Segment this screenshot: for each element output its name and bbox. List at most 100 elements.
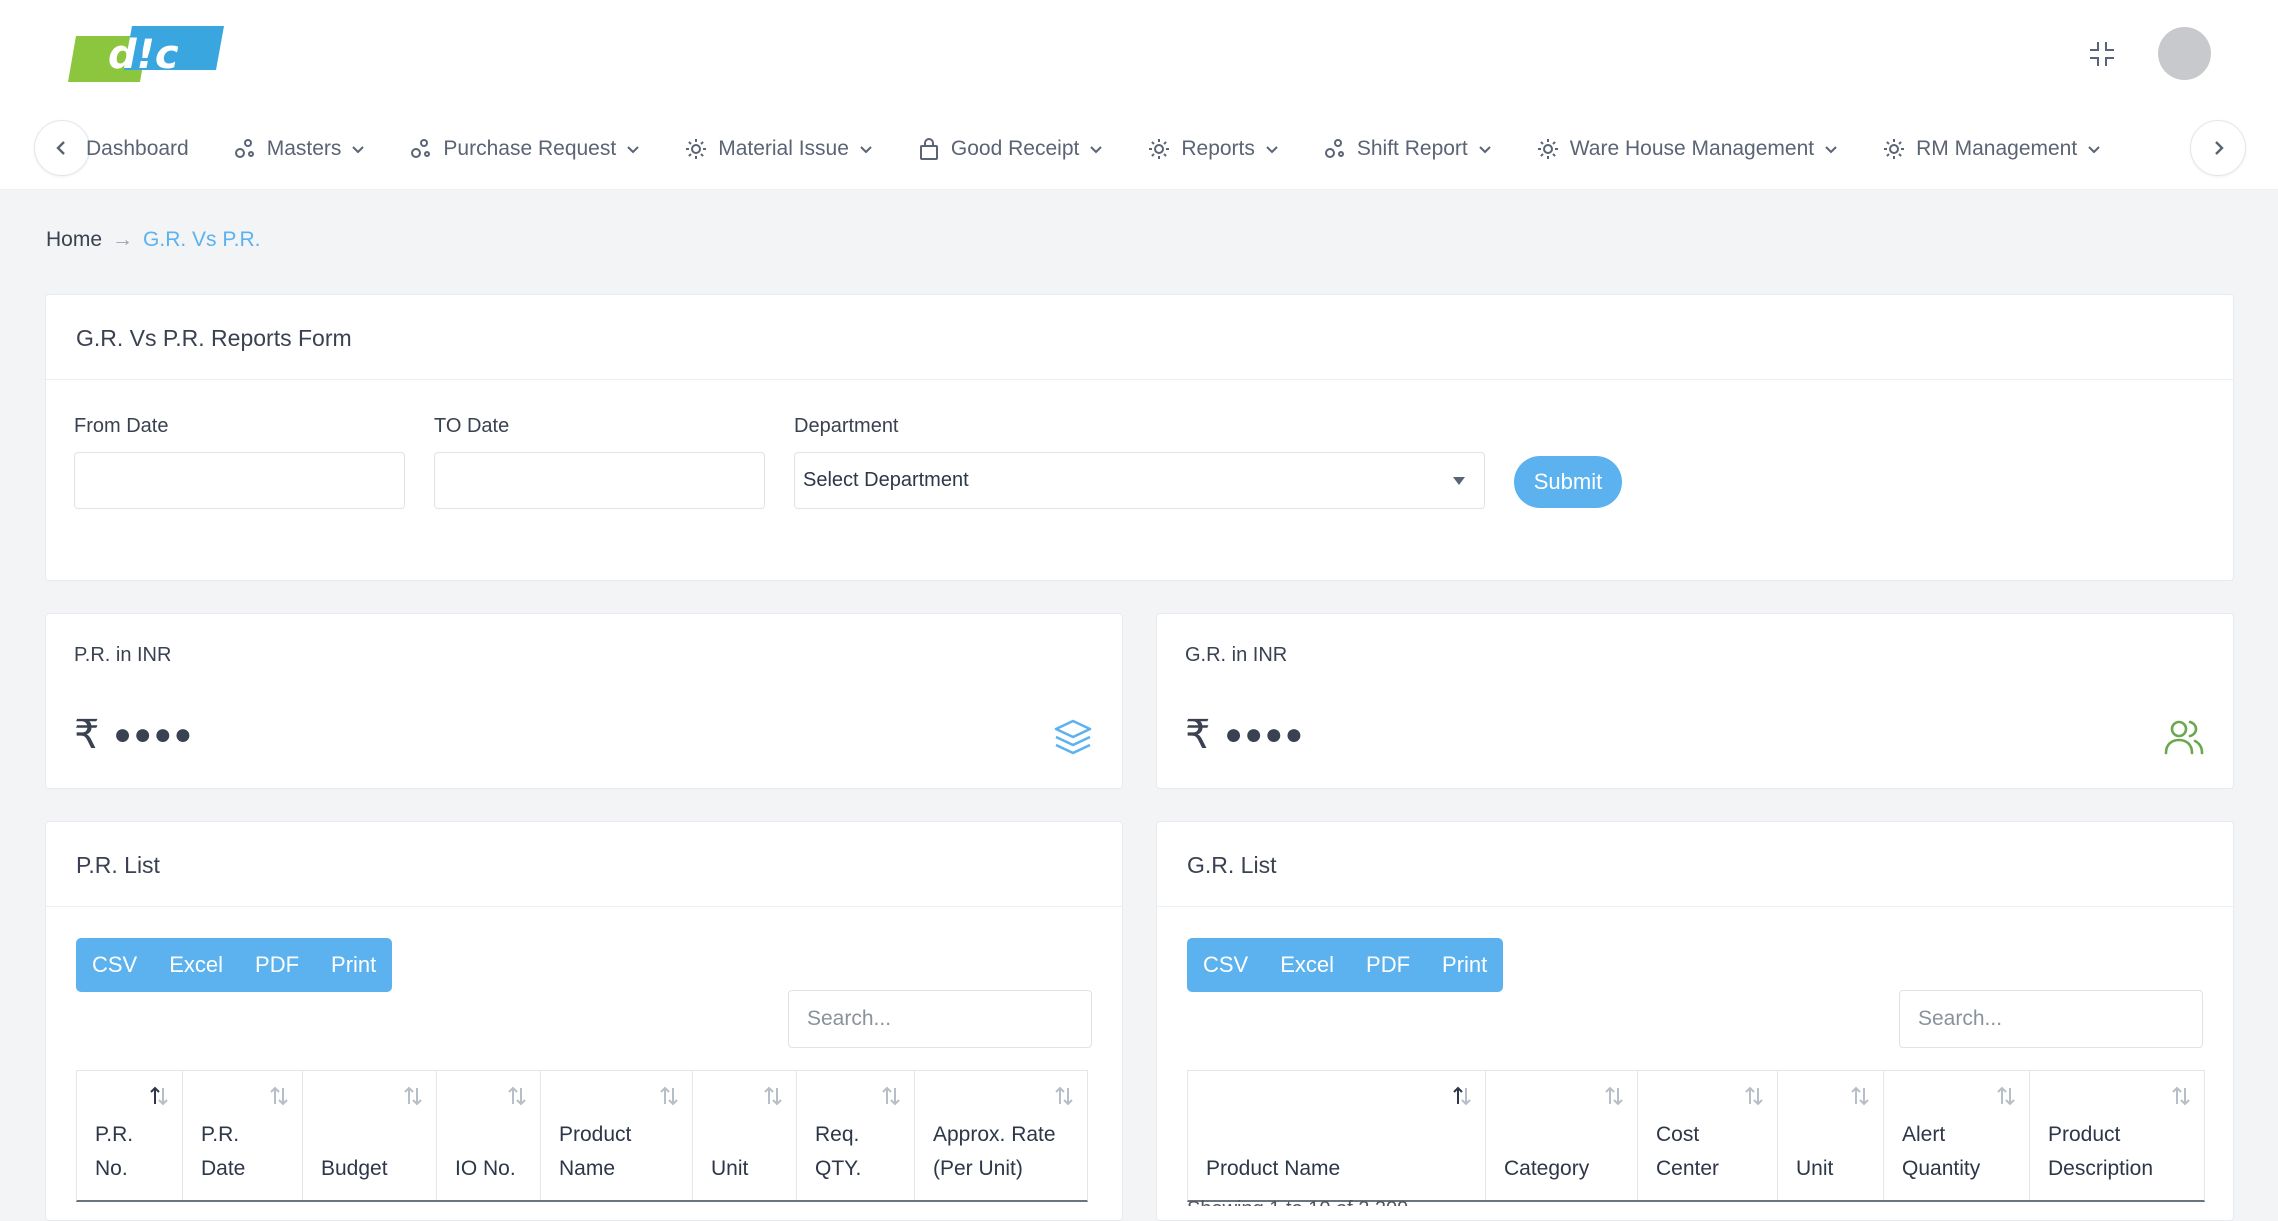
pdf-button[interactable]: PDF (239, 938, 315, 992)
chevron-left-icon (56, 141, 65, 155)
pr-list-title: P.R. List (76, 852, 160, 878)
chevron-down-icon (1089, 142, 1103, 156)
pr-export-buttons: CSV Excel PDF Print (76, 938, 393, 992)
column-header[interactable]: Product Description (2030, 1071, 2204, 1200)
column-header-label: Budget (321, 1157, 388, 1180)
chevron-down-icon (1265, 142, 1279, 156)
main-nav: Dashboard Masters Purchase Request Material… (0, 108, 2278, 190)
from-date-label: From Date (74, 415, 169, 437)
column-header-label: IO No. (455, 1157, 516, 1180)
nav-item-good-receipt[interactable]: Good Receipt (917, 137, 1103, 161)
column-header[interactable]: Budget (303, 1071, 437, 1200)
department-label: Department (794, 415, 899, 437)
company-logo[interactable]: d!c (68, 24, 224, 82)
sort-icon (270, 1086, 288, 1106)
users-icon (2163, 716, 2205, 758)
column-header-label: Cost Center (1656, 1123, 1720, 1180)
breadcrumb-current: G.R. Vs P.R. (143, 228, 261, 251)
nav-item-shift-report[interactable]: Shift Report (1323, 137, 1492, 161)
gear-icon (1147, 137, 1171, 161)
circles-icon (1323, 137, 1347, 161)
nav-scroll-right-button[interactable] (2190, 120, 2246, 176)
chevron-right-icon (2215, 141, 2224, 155)
department-field: Department Select Department (794, 415, 1485, 509)
nav-item-dashboard[interactable]: Dashboard (86, 137, 189, 161)
nav-item-rm-management[interactable]: RM Management (1882, 137, 2101, 161)
column-header-label: Unit (711, 1157, 749, 1180)
gr-table-header: Product Name Category Cost Center Unit A… (1187, 1070, 2205, 1202)
from-date-field: From Date (74, 415, 405, 509)
print-button[interactable]: Print (1426, 938, 1503, 992)
column-header[interactable]: P.R. Date (183, 1071, 303, 1200)
column-header[interactable]: IO No. (437, 1071, 541, 1200)
nav-item-label: Ware House Management (1569, 137, 1815, 160)
column-header[interactable]: Cost Center (1638, 1071, 1778, 1200)
pr-total-amount: ●●●● (113, 718, 194, 751)
nav-item-ware-house-management[interactable]: Ware House Management (1536, 137, 1838, 161)
gr-list-title: G.R. List (1187, 852, 1277, 878)
chevron-down-icon (1478, 142, 1492, 156)
sort-icon (882, 1086, 900, 1106)
excel-button[interactable]: Excel (153, 938, 239, 992)
column-header[interactable]: Product Name (1188, 1071, 1486, 1200)
nav-item-reports[interactable]: Reports (1147, 137, 1279, 161)
layers-icon (1052, 716, 1094, 758)
excel-button[interactable]: Excel (1264, 938, 1350, 992)
sort-icon (508, 1086, 526, 1106)
gr-search-input[interactable]: Search... (1899, 990, 2203, 1048)
nav-item-label: Shift Report (1356, 137, 1468, 160)
breadcrumb: Home → G.R. Vs P.R. (46, 228, 261, 252)
to-date-input[interactable] (434, 452, 765, 509)
avatar[interactable] (2158, 27, 2211, 80)
chevron-down-icon (626, 142, 640, 156)
chevron-down-icon (351, 142, 365, 156)
submit-button[interactable]: Submit (1514, 456, 1622, 508)
sort-icon (764, 1086, 782, 1106)
column-header-label: Unit (1796, 1157, 1834, 1180)
column-header-label: Alert Quantity (1902, 1123, 1981, 1180)
nav-item-masters[interactable]: Masters (233, 137, 366, 161)
column-header-label: Product Name (559, 1123, 632, 1180)
breadcrumb-separator: → (112, 228, 134, 251)
pr-table-header: P.R. No. P.R. Date Budget IO No. Product… (76, 1070, 1088, 1202)
circles-icon (233, 137, 257, 161)
logo-text: d!c (108, 32, 179, 78)
sort-icon (1997, 1086, 2015, 1106)
pr-search-input[interactable]: Search... (788, 990, 1092, 1048)
gr-export-buttons: CSV Excel PDF Print (1187, 938, 1504, 992)
nav-item-label: Good Receipt (950, 137, 1080, 160)
column-header[interactable]: P.R. No. (77, 1071, 183, 1200)
pr-total-value: ₹ ●●●● (74, 712, 194, 758)
gr-total-card: G.R. in INR ₹ ●●●● (1156, 613, 2234, 789)
sort-icon (660, 1086, 678, 1106)
from-date-input[interactable] (74, 452, 405, 509)
column-header[interactable]: Approx. Rate (Per Unit) (915, 1071, 1087, 1200)
print-button[interactable]: Print (315, 938, 392, 992)
lock-icon (917, 137, 941, 161)
nav-item-label: Reports (1181, 137, 1255, 160)
column-header-label: P.R. Date (201, 1123, 246, 1180)
gear-icon (684, 137, 708, 161)
nav-item-material-issue[interactable]: Material Issue (684, 137, 873, 161)
column-header[interactable]: Alert Quantity (1884, 1071, 2030, 1200)
column-header-label: Product Name (1206, 1157, 1341, 1180)
column-header[interactable]: Req. QTY. (797, 1071, 915, 1200)
column-header[interactable]: Unit (693, 1071, 797, 1200)
report-form-card: G.R. Vs P.R. Reports Form From Date TO D… (45, 294, 2234, 581)
gr-total-amount: ●●●● (1224, 718, 1305, 751)
column-header[interactable]: Unit (1778, 1071, 1884, 1200)
department-select[interactable]: Select Department (794, 452, 1485, 509)
column-header[interactable]: Category (1486, 1071, 1638, 1200)
csv-button[interactable]: CSV (76, 938, 153, 992)
nav-item-purchase-request[interactable]: Purchase Request (409, 137, 640, 161)
gear-icon (1882, 137, 1906, 161)
csv-button[interactable]: CSV (1187, 938, 1264, 992)
collapse-icon[interactable] (2086, 38, 2118, 70)
column-header[interactable]: Product Name (541, 1071, 693, 1200)
nav-scroll-left-button[interactable] (34, 120, 90, 176)
table-info: Showing 1 to 10 of 2,209 entries (1187, 1198, 1467, 1206)
pr-total-card: P.R. in INR ₹ ●●●● (45, 613, 1123, 789)
circles-icon (409, 137, 433, 161)
pdf-button[interactable]: PDF (1350, 938, 1426, 992)
breadcrumb-home-link[interactable]: Home (46, 228, 102, 252)
